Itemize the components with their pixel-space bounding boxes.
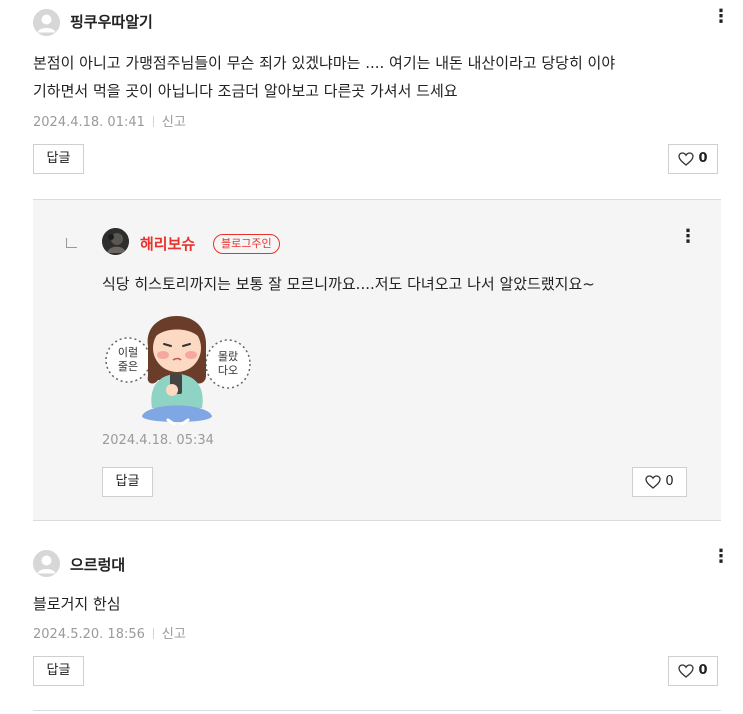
like-button[interactable]: 0 — [668, 656, 718, 686]
comment-divider — [33, 710, 721, 711]
more-vertical-icon[interactable]: ⋮ — [679, 228, 697, 248]
comment-item: 핑쿠우따알기 ⋮ 본점이 아니고 가맹점주님들이 무슨 죄가 있겠냐마는 ...… — [0, 0, 743, 200]
comment-item: 으르렁대 ⋮ 블로거지 한심 2024.5.20. 18:56 신고 답글 0 — [0, 522, 743, 714]
more-vertical-icon[interactable]: ⋮ — [712, 548, 730, 568]
sticker-image: 이럴 줄은 몰랐 다오 — [102, 298, 252, 430]
comment-text-line-2: 기하면서 먹을 곳이 아닙니다 조금더 알아보고 다른곳 가셔서 드세요 — [33, 82, 458, 100]
like-count: 0 — [665, 474, 674, 489]
more-vertical-icon[interactable]: ⋮ — [712, 8, 730, 28]
meta-divider — [152, 116, 154, 127]
reply-button[interactable]: 답글 — [33, 144, 84, 174]
meta-divider — [152, 628, 154, 639]
comment-meta: 2024.5.20. 18:56 신고 — [33, 623, 186, 642]
like-count: 0 — [698, 151, 708, 166]
comment-date: 2024.4.18. 05:34 — [102, 433, 214, 448]
blog-owner-badge: 블로그주인 — [213, 234, 280, 254]
svg-text:이럴: 이럴 — [118, 346, 138, 359]
reply-corner-icon — [66, 238, 77, 248]
report-link[interactable]: 신고 — [162, 627, 186, 642]
report-link[interactable]: 신고 — [162, 115, 186, 130]
comment-text: 식당 히스토리까지는 보통 잘 모르니까요....저도 다녀오고 나서 알았드랬… — [102, 275, 595, 293]
like-button[interactable]: 0 — [668, 144, 718, 174]
comment-author[interactable]: 핑쿠우따알기 — [70, 11, 153, 32]
svg-text:줄은: 줄은 — [118, 360, 138, 373]
comment-meta: 2024.4.18. 01:41 신고 — [33, 111, 186, 130]
heart-outline-icon — [678, 152, 695, 166]
heart-outline-icon — [678, 664, 695, 678]
heart-outline-icon — [645, 475, 662, 489]
comment-date: 2024.5.20. 18:56 — [33, 627, 145, 642]
comment-date: 2024.4.18. 01:41 — [33, 115, 145, 130]
svg-text:다오: 다오 — [218, 364, 238, 377]
default-profile-icon[interactable] — [33, 9, 60, 36]
reply-comment-item: 해리보슈 블로그주인 ⋮ 식당 히스토리까지는 보통 잘 모르니까요....저도… — [33, 199, 721, 521]
like-count: 0 — [698, 663, 708, 678]
like-button[interactable]: 0 — [632, 467, 687, 497]
comment-author[interactable]: 으르렁대 — [70, 554, 125, 575]
svg-text:몰랐: 몰랐 — [218, 350, 238, 363]
reply-button[interactable]: 답글 — [102, 467, 153, 497]
comment-text-line-1: 본점이 아니고 가맹점주님들이 무슨 죄가 있겠냐마는 .... 여기는 내돈 … — [33, 54, 616, 72]
reply-button[interactable]: 답글 — [33, 656, 84, 686]
comment-author[interactable]: 해리보슈 — [140, 233, 195, 254]
default-profile-icon[interactable] — [33, 550, 60, 577]
owner-avatar[interactable] — [102, 228, 129, 255]
comment-text: 블로거지 한심 — [33, 595, 121, 613]
